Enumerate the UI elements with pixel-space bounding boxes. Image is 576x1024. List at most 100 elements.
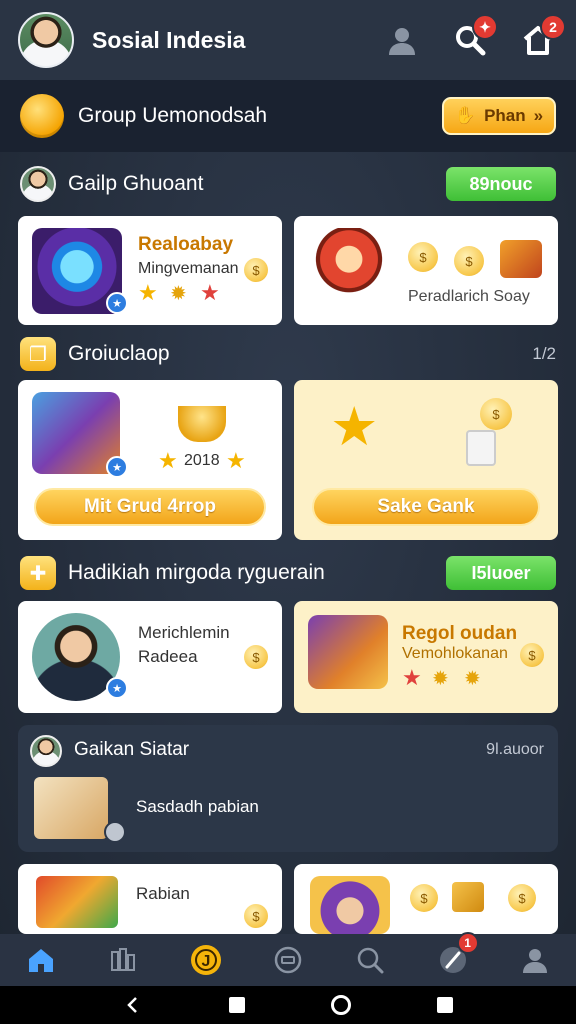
system-nav-bar <box>0 986 576 1024</box>
star-icon: ★ <box>138 280 158 305</box>
notification-badge: 2 <box>540 14 566 40</box>
group-coin-icon <box>20 94 64 138</box>
home-button-icon[interactable] <box>331 995 351 1015</box>
app-title: Sosial Indesia <box>92 26 246 53</box>
card-icon <box>466 430 496 466</box>
group-title: Group Uemonodsah <box>78 104 268 127</box>
back-icon[interactable] <box>123 995 143 1015</box>
big-star-icon: ★ <box>330 397 379 457</box>
nav-grid[interactable] <box>103 940 143 980</box>
card-title: Realoabay <box>138 234 234 255</box>
hand-icon: ✋ <box>454 106 477 125</box>
gift-boxes-thumbnail <box>36 876 118 928</box>
section-1-card-2[interactable]: $ $ Peradlarich Soay <box>294 216 558 325</box>
user-avatar[interactable] <box>18 12 74 68</box>
puzzle-icon: ✚ <box>20 556 56 590</box>
home-notification-icon[interactable]: 2 <box>518 14 566 60</box>
nav-profile[interactable] <box>515 940 555 980</box>
profile-silhouette-icon[interactable] <box>382 20 422 60</box>
overview-icon[interactable] <box>437 997 453 1013</box>
recent-apps-icon[interactable] <box>229 997 245 1013</box>
plan-button[interactable]: ✋ Phan » <box>442 97 556 135</box>
coin-icon: $ <box>520 643 544 667</box>
star-icon: ★ <box>158 448 178 473</box>
search-badge: ✦ <box>472 14 498 40</box>
pot-icon <box>178 406 226 442</box>
card-subtitle: Vemohlokanan <box>402 645 508 662</box>
gear-icon: ✹ <box>432 668 449 690</box>
panel-meta: 9l.auoor <box>486 741 544 758</box>
double-chevron-icon: » <box>533 106 544 125</box>
section-1-button[interactable]: 89nouc <box>446 167 556 201</box>
coin-icon: $ <box>454 246 484 276</box>
card-title: Regol oudan <box>402 623 518 644</box>
bottom-nav: J 1 <box>0 932 576 986</box>
coin-icon: $ <box>408 242 438 272</box>
card-title: Rabian <box>136 884 190 903</box>
section-2-card-2-button[interactable]: Sake Gank <box>312 488 540 526</box>
home-icon <box>29 949 54 972</box>
grid-icon <box>111 948 136 971</box>
card-caption: Peradlarich Soay <box>408 288 530 305</box>
page-indicator: 1/2 <box>532 344 556 363</box>
nav-coin[interactable]: J <box>186 940 226 980</box>
section-1-title: Gailp Ghuoant <box>68 172 204 195</box>
section-3-card-1[interactable]: ★ Merichlemin Radeea $ <box>18 601 282 713</box>
section-2-header: ❐ Groiuclaop 1/2 <box>20 334 556 374</box>
feed-panel[interactable]: Gaikan Siatar 9l.auoor Sasdadh pabian <box>18 725 558 852</box>
card-subtitle: Mingvemanan <box>138 260 239 277</box>
thumbnail-badge-icon: ★ <box>106 292 128 314</box>
section-3-card-2[interactable]: Regol oudan Vemohlokanan $ ★ ✹ ✹ <box>294 601 558 713</box>
nav-home[interactable] <box>21 940 61 980</box>
section-4-card-2[interactable]: $ $ <box>294 864 558 934</box>
panel-title: Gaikan Siatar <box>74 739 190 760</box>
search-icon[interactable]: ✦ <box>450 14 498 60</box>
section-2-title: Groiuclaop <box>68 342 170 365</box>
section-2-card-2[interactable]: ★ $ Sake Gank <box>294 380 558 540</box>
gear-icon: ✹ <box>464 668 481 690</box>
nav-search[interactable] <box>350 940 390 980</box>
nav-chat[interactable] <box>268 940 308 980</box>
character-thumbnail <box>312 228 386 306</box>
panel-text: Sasdadh pabian <box>136 797 259 816</box>
group-bar: Group Uemonodsah ✋ Phan » <box>0 80 576 152</box>
star-icon: ★ <box>226 448 246 473</box>
thumbnail-badge-icon: ★ <box>106 677 128 699</box>
folder-icon: ❐ <box>20 337 56 371</box>
red-star-icon: ★ <box>402 665 422 690</box>
thumbnail-badge-icon: ★ <box>106 456 128 478</box>
search-icon <box>358 947 384 974</box>
chat-icon <box>274 946 302 974</box>
section-3-button[interactable]: I5luoer <box>446 556 556 590</box>
section-1-card-1[interactable]: ★ Realoabay Mingvemanan $ ★ ✹ ★ <box>18 216 282 325</box>
top-header: Sosial Indesia ✦ 2 <box>0 0 576 80</box>
coin-icon: $ <box>410 884 438 912</box>
section-3-header: ✚ Hadikiah mirgoda ryguerain I5luoer <box>20 553 556 593</box>
character-thumbnail <box>310 876 390 934</box>
app-root: Sosial Indesia ✦ 2 Group Uemonodsah ✋ Ph… <box>0 0 576 1024</box>
coin-icon: J <box>190 945 221 975</box>
gear-icon: ✹ <box>170 283 187 305</box>
person-name-line-1: Merichlemin <box>138 623 230 642</box>
section-2-card-1[interactable]: ★ ★ 2018 ★ Mit Grud 4rrop <box>18 380 282 540</box>
panel-avatar <box>30 735 62 767</box>
section-1-header: Gailp Ghuoant 89nouc <box>20 164 556 204</box>
section-1-avatar <box>20 166 56 202</box>
gold-block-icon <box>452 882 484 912</box>
gift-box-icon <box>500 240 542 278</box>
coin-icon: $ <box>508 884 536 912</box>
section-4-card-1[interactable]: Rabian $ <box>18 864 282 934</box>
coin-icon: $ <box>480 398 512 430</box>
svg-text:J: J <box>201 953 210 970</box>
section-3-title: Hadikiah mirgoda ryguerain <box>68 561 325 584</box>
coin-icon: $ <box>244 258 268 282</box>
person-name-line-2: Radeea <box>138 647 198 666</box>
section-2-card-1-button[interactable]: Mit Grud 4rrop <box>34 488 266 526</box>
year-label: 2018 <box>184 452 220 469</box>
nav-edit[interactable]: 1 <box>433 932 479 980</box>
panel-badge-icon <box>104 821 126 843</box>
coin-icon: $ <box>244 645 268 669</box>
book-icon <box>34 777 108 839</box>
profile-icon <box>522 949 547 973</box>
plan-button-label: Phan <box>484 106 526 125</box>
